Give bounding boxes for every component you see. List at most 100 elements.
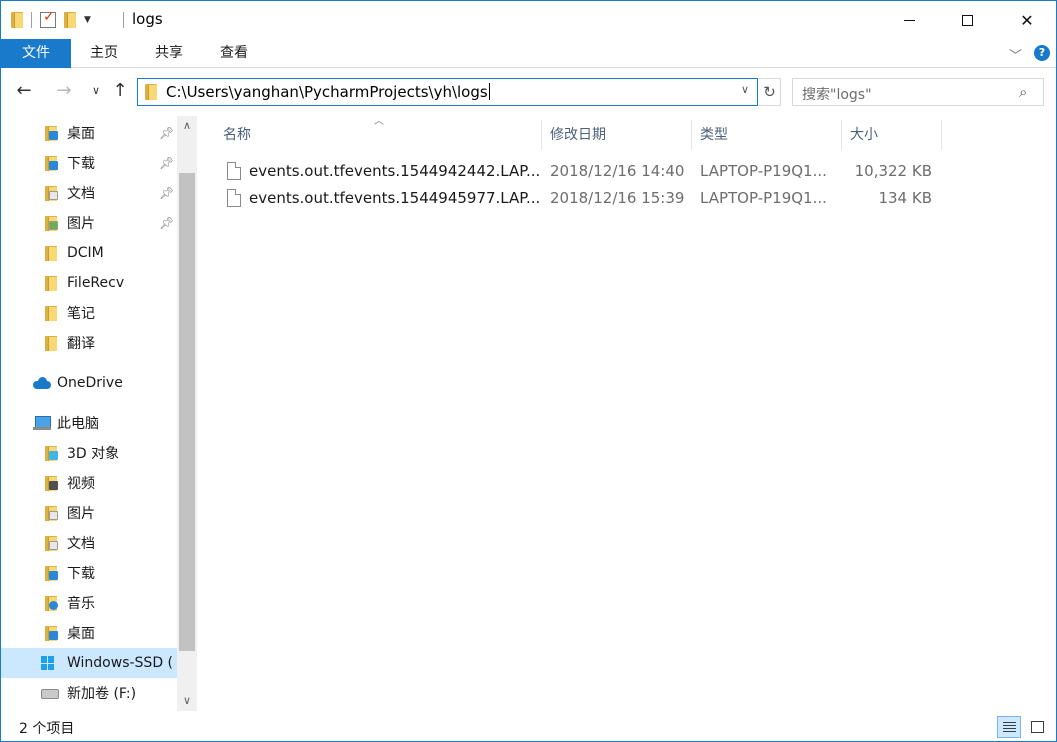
nav-item-label: 文档	[67, 186, 95, 202]
nav-item-label: 视频	[67, 476, 95, 492]
drive-icon	[41, 689, 59, 699]
file-list: ︿ 名称 修改日期 类型 大小 events.out.tfevents.1544…	[197, 116, 1056, 711]
toolbar-separator	[31, 12, 32, 28]
new-folder-icon[interactable]	[64, 12, 76, 28]
recent-locations-button[interactable]: ∨	[85, 80, 107, 102]
nav-item-translate[interactable]: 翻译	[1, 328, 177, 358]
address-path[interactable]: C:\Users\yanghan\PycharmProjects\yh\logs	[166, 83, 490, 101]
nav-item-downloads-pc[interactable]: 下载	[1, 558, 177, 588]
close-icon: ✕	[1020, 10, 1034, 30]
folder-icon	[11, 12, 23, 28]
title-bar: ▼ logs ✕	[1, 1, 1056, 39]
nav-item-label: DCIM	[67, 245, 104, 261]
table-row[interactable]: events.out.tfevents.1544945977.LAP... 20…	[215, 185, 942, 212]
folder-icon	[145, 84, 157, 100]
tab-view[interactable]: 查看	[211, 39, 257, 68]
nav-item-label: 桌面	[67, 126, 95, 142]
nav-item-desktop-pc[interactable]: 桌面	[1, 618, 177, 648]
windows-drive-icon	[41, 656, 55, 670]
nav-item-label: 图片	[67, 506, 95, 522]
nav-item-videos[interactable]: 视频	[1, 468, 177, 498]
up-button[interactable]: ↑	[109, 80, 131, 102]
nav-item-label: 笔记	[67, 306, 95, 322]
file-icon	[227, 189, 241, 207]
pin-icon[interactable]: 📌︎	[159, 126, 174, 140]
pin-icon[interactable]: 📌︎	[159, 156, 174, 170]
file-icon	[227, 162, 241, 180]
close-button[interactable]: ✕	[1004, 1, 1050, 39]
explorer-window: ▼ logs ✕ 文件 主页 共享 查看 ﹀ ? ← → ∨ ↑ C:\User…	[0, 0, 1057, 742]
column-header-type[interactable]: 类型	[692, 120, 842, 150]
file-name: events.out.tfevents.1544942442.LAP...	[249, 162, 539, 180]
file-modified: 2018/12/16 15:39	[550, 189, 685, 207]
details-view-icon	[1003, 722, 1016, 733]
table-row[interactable]: events.out.tfevents.1544942442.LAP... 20…	[215, 158, 942, 185]
column-header-size[interactable]: 大小	[842, 120, 942, 150]
nav-item-windows-ssd[interactable]: Windows-SSD (	[1, 648, 177, 678]
nav-item-label: Windows-SSD (	[67, 655, 174, 671]
nav-item-onedrive[interactable]: OneDrive	[1, 368, 177, 398]
status-bar: 2 个项目	[1, 711, 1056, 741]
nav-item-downloads[interactable]: 下载 📌︎	[1, 148, 177, 178]
back-button[interactable]: ←	[13, 80, 35, 102]
column-header-name[interactable]: 名称	[215, 120, 542, 150]
forward-button[interactable]: →	[53, 80, 75, 102]
nav-item-label: FileRecv	[67, 275, 125, 291]
refresh-icon: ↻	[763, 83, 776, 101]
minimize-icon	[903, 19, 915, 21]
search-icon[interactable]: ⌕	[1019, 83, 1027, 101]
address-bar[interactable]: C:\Users\yanghan\PycharmProjects\yh\logs…	[137, 78, 758, 106]
nav-item-documents-pc[interactable]: 文档	[1, 528, 177, 558]
onedrive-cloud-icon	[33, 377, 51, 389]
search-box[interactable]: 搜索"logs" ⌕	[792, 78, 1044, 106]
tab-file[interactable]: 文件	[1, 39, 71, 68]
nav-item-label: 3D 对象	[67, 446, 120, 462]
quick-access-toolbar: ▼	[11, 9, 91, 30]
column-header-modified[interactable]: 修改日期	[542, 120, 692, 150]
nav-item-pictures-pc[interactable]: 图片	[1, 498, 177, 528]
pin-icon[interactable]: 📌︎	[159, 216, 174, 230]
this-pc-icon	[33, 416, 51, 430]
address-dropdown-icon[interactable]: ∨	[741, 83, 749, 96]
nav-item-3d-objects[interactable]: 3D 对象	[1, 438, 177, 468]
nav-item-label: 音乐	[67, 596, 95, 612]
nav-item-label: 新加卷 (F:)	[67, 686, 137, 702]
item-count: 2 个项目	[19, 721, 75, 737]
title-separator	[123, 12, 124, 28]
tab-home[interactable]: 主页	[81, 39, 127, 68]
nav-item-music[interactable]: 音乐	[1, 588, 177, 618]
properties-icon[interactable]	[40, 9, 56, 28]
nav-item-volume-f[interactable]: 新加卷 (F:)	[1, 678, 177, 708]
file-size: 10,322 KB	[854, 162, 932, 180]
nav-item-documents[interactable]: 文档 📌︎	[1, 178, 177, 208]
maximize-icon	[961, 14, 973, 26]
nav-item-dcim[interactable]: DCIM	[1, 238, 177, 268]
search-input[interactable]: 搜索"logs"	[802, 84, 872, 104]
expand-ribbon-icon[interactable]: ﹀	[1009, 45, 1022, 64]
address-row: ← → ∨ ↑ C:\Users\yanghan\PycharmProjects…	[1, 68, 1056, 115]
scroll-down-icon[interactable]: ∨	[177, 691, 197, 711]
refresh-button[interactable]: ↻	[759, 78, 781, 106]
details-view-button[interactable]	[997, 716, 1021, 738]
scroll-thumb[interactable]	[179, 173, 195, 651]
large-icons-view-button[interactable]	[1025, 716, 1049, 738]
file-type: LAPTOP-P19Q1...	[700, 162, 827, 180]
navigation-pane: 桌面 📌︎ 下载 📌︎ 文档 📌︎ 图片 📌︎ DCIM FileRecv 笔记…	[1, 116, 197, 711]
tab-share[interactable]: 共享	[146, 39, 192, 68]
nav-item-label: 此电脑	[57, 416, 99, 432]
nav-item-notes[interactable]: 笔记	[1, 298, 177, 328]
nav-item-label: 桌面	[67, 626, 95, 642]
help-icon[interactable]: ?	[1034, 45, 1050, 61]
customize-toolbar-icon[interactable]: ▼	[84, 15, 91, 25]
nav-item-this-pc[interactable]: 此电脑	[1, 408, 177, 438]
pin-icon[interactable]: 📌︎	[159, 186, 174, 200]
scroll-up-icon[interactable]: ∧	[177, 116, 197, 136]
file-type: LAPTOP-P19Q1...	[700, 189, 827, 207]
nav-item-pictures[interactable]: 图片 📌︎	[1, 208, 177, 238]
maximize-button[interactable]	[944, 1, 990, 39]
minimize-button[interactable]	[886, 1, 932, 39]
file-name: events.out.tfevents.1544945977.LAP...	[249, 189, 539, 207]
nav-item-filerecv[interactable]: FileRecv	[1, 268, 177, 298]
nav-item-desktop[interactable]: 桌面 📌︎	[1, 118, 177, 148]
nav-pane-scrollbar[interactable]: ∧ ∨	[177, 116, 197, 711]
